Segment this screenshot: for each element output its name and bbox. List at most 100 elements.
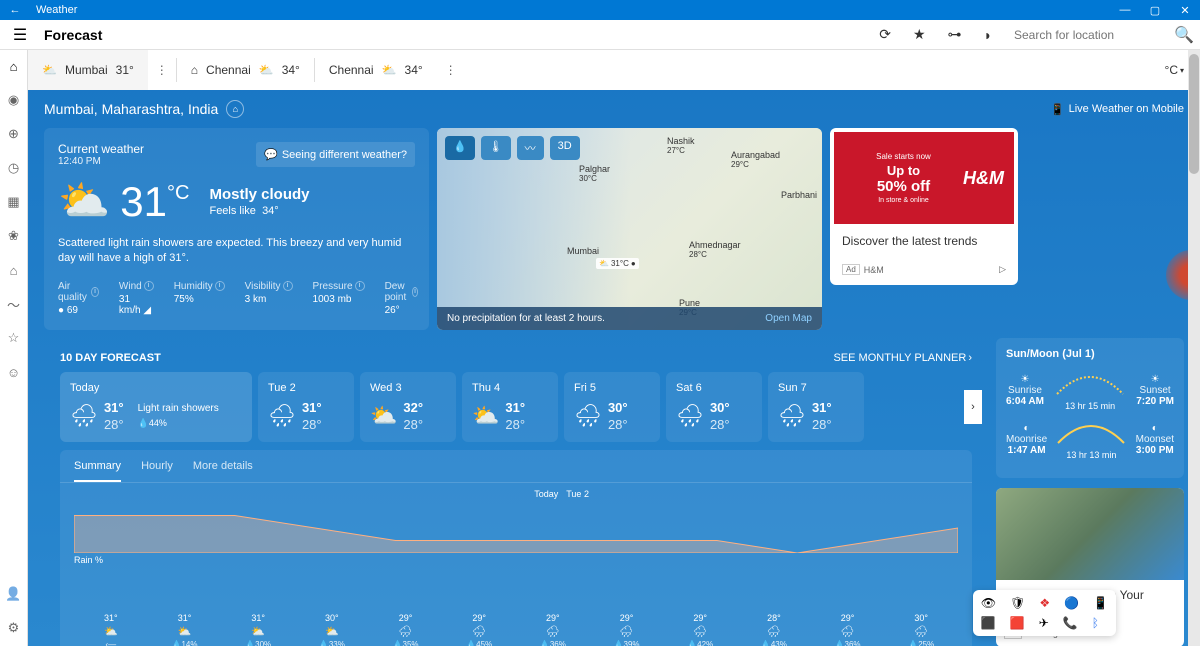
map-temperature-button[interactable]: 🌡 (481, 136, 511, 160)
scrollbar[interactable] (1188, 50, 1200, 646)
chart-tab-summary[interactable]: Summary (74, 460, 121, 482)
forecast-next-button[interactable]: › (964, 390, 982, 424)
forecast-day[interactable]: Fri 5🌧30°28° (564, 372, 660, 442)
close-button[interactable]: ✕ (1170, 4, 1200, 17)
search-icon[interactable]: 🔍 (1174, 25, 1194, 45)
ad-card-hm[interactable]: Sale starts now Up to 50% off In store &… (830, 128, 1018, 285)
see-monthly-planner-link[interactable]: SEE MONTHLY PLANNER› (833, 352, 972, 364)
sidebar-life-icon[interactable]: ⌂ (6, 262, 22, 278)
pressure-value: 1003 mb (313, 294, 365, 305)
chevron-down-icon: ▾ (1180, 66, 1184, 75)
tab-menu-icon[interactable]: ⋮ (437, 63, 465, 77)
sunrise-time: 6:04 AM (1006, 396, 1044, 407)
sidebar-pollen-icon[interactable]: ❀ (6, 228, 22, 244)
sidebar-account-icon[interactable]: 👤 (6, 586, 22, 602)
sidebar-hourly-icon[interactable]: ◷ (6, 160, 22, 176)
current-description: Scattered light rain showers are expecte… (58, 236, 415, 267)
visibility-label: Visibilityi (245, 281, 293, 292)
ad-off-text: 50% off (844, 178, 963, 195)
live-weather-mobile-link[interactable]: 📱Live Weather on Mobile (1051, 103, 1184, 116)
sun-moon-title: Sun/Moon (Jul 1) (1006, 348, 1174, 360)
ad-upto-text: Up to (844, 163, 963, 178)
tray-icon[interactable]: ᛒ (1092, 616, 1099, 630)
info-icon[interactable]: i (355, 281, 365, 291)
forecast-day[interactable]: Wed 3⛅32°28° (360, 372, 456, 442)
tab-menu-icon[interactable]: ⋮ (148, 63, 176, 77)
pin-icon[interactable]: ⊶ (948, 26, 962, 43)
forecast-day[interactable]: Sun 7🌧31°28° (768, 372, 864, 442)
map-3d-button[interactable]: 3D (550, 136, 580, 160)
tray-icon[interactable]: 📞 (1063, 616, 1078, 630)
minimize-button[interactable]: — (1110, 4, 1140, 17)
moon-icon: ◐ (1024, 423, 1030, 434)
scroll-thumb[interactable] (1189, 54, 1199, 174)
tray-icon[interactable]: ⬛ (981, 616, 996, 630)
info-icon[interactable]: i (144, 281, 154, 291)
weather-icon: 🌧 (663, 625, 737, 638)
forecast-day-today[interactable]: Today 🌧 31°28° Light rain showers 💧44% (60, 372, 252, 442)
tray-icon[interactable]: 📱 (1093, 596, 1108, 610)
tray-icon[interactable]: 🟥 (1010, 616, 1025, 630)
info-icon[interactable]: i (215, 281, 225, 291)
sidebar-favorites-icon[interactable]: ☆ (6, 330, 22, 346)
weather-icon: ⛅ (472, 403, 499, 429)
info-icon[interactable]: i (412, 287, 419, 297)
ad-logo: H&M (963, 168, 1004, 189)
weather-condition-icon: ⛅ (58, 177, 110, 226)
hamburger-menu[interactable]: ☰ (6, 21, 34, 49)
info-icon[interactable]: i (283, 281, 293, 291)
moon-icon: ◐ (1152, 423, 1158, 434)
map-city-aurangabad: Aurangabad29°C (731, 150, 780, 169)
weather-icon: ⛅ (148, 625, 222, 638)
visibility-value: 3 km (245, 294, 293, 305)
tray-icon[interactable]: 🔵 (1064, 596, 1079, 610)
current-weather-time: 12:40 PM (58, 156, 144, 167)
search-input[interactable] (1014, 28, 1164, 42)
forecast-day[interactable]: Tue 2🌧31°28° (258, 372, 354, 442)
weather-icon: 🌧 (590, 625, 664, 638)
seeing-different-button[interactable]: 💬Seeing different weather? (256, 142, 415, 167)
tray-icon[interactable]: 🛡 (1010, 596, 1025, 610)
pressure-label: Pressurei (313, 281, 365, 292)
info-icon[interactable]: i (91, 287, 99, 297)
rain-icon: 🌧 (70, 403, 98, 429)
sidebar-home-icon[interactable]: ⌂ (6, 58, 22, 74)
tray-icon[interactable]: ❖ (1039, 596, 1050, 610)
map-city-nashik: Nashik27°C (667, 136, 695, 155)
set-home-button[interactable]: ⌂ (226, 100, 244, 118)
tray-icon[interactable]: ✈ (1039, 616, 1049, 630)
humidity-value: 75% (174, 294, 225, 305)
open-map-link[interactable]: Open Map (765, 313, 812, 324)
humidity-label: Humidityi (174, 281, 225, 292)
precipitation-map-card[interactable]: 💧 🌡 〰 3D Mumbai ⛅31°C ● Pune29°C Nashik2… (437, 128, 822, 330)
back-button[interactable]: ← (0, 4, 30, 16)
location-tab-chennai-2[interactable]: Chennai ⛅ 34° (315, 50, 437, 90)
home-icon: ⌂ (191, 63, 198, 77)
tray-icon[interactable]: 👁 (981, 596, 996, 610)
sidebar-historical-icon[interactable]: 〜 (6, 296, 22, 312)
refresh-icon[interactable]: ⟳ (879, 26, 891, 43)
favorite-icon[interactable]: ★ (913, 26, 926, 43)
sidebar-feedback-icon[interactable]: ☺ (6, 364, 22, 380)
map-precipitation-button[interactable]: 💧 (445, 136, 475, 160)
sidebar-maps-icon[interactable]: ◉ (6, 92, 22, 108)
moonset-time: 3:00 PM (1136, 445, 1174, 456)
sidebar-3d-icon[interactable]: ⊕ (6, 126, 22, 142)
forecast-day[interactable]: Sat 6🌧30°28° (666, 372, 762, 442)
sidebar-settings-icon[interactable]: ⚙ (6, 620, 22, 636)
ad-info-icon[interactable]: ▷ (999, 264, 1006, 275)
maximize-button[interactable]: ▢ (1140, 4, 1170, 17)
sun-icon: ☀ (1151, 374, 1160, 385)
weather-icon: ⛅ (370, 403, 397, 429)
forecast-day[interactable]: Thu 4⛅31°28° (462, 372, 558, 442)
weather-icon: 🌧 (884, 625, 958, 638)
theme-toggle-icon[interactable]: ◗ (984, 27, 992, 43)
map-wind-button[interactable]: 〰 (517, 136, 544, 160)
current-weather-card: Current weather 12:40 PM 💬Seeing differe… (44, 128, 429, 330)
map-pin-mumbai: ⛅31°C ● (596, 258, 639, 269)
sidebar-monthly-icon[interactable]: ▦ (6, 194, 22, 210)
chart-tab-more[interactable]: More details (193, 460, 253, 482)
location-tab-chennai-1[interactable]: ⌂ Chennai ⛅ 34° (177, 50, 314, 90)
chart-tab-hourly[interactable]: Hourly (141, 460, 173, 482)
location-tab-mumbai[interactable]: ⛅ Mumbai 31° (28, 50, 148, 90)
